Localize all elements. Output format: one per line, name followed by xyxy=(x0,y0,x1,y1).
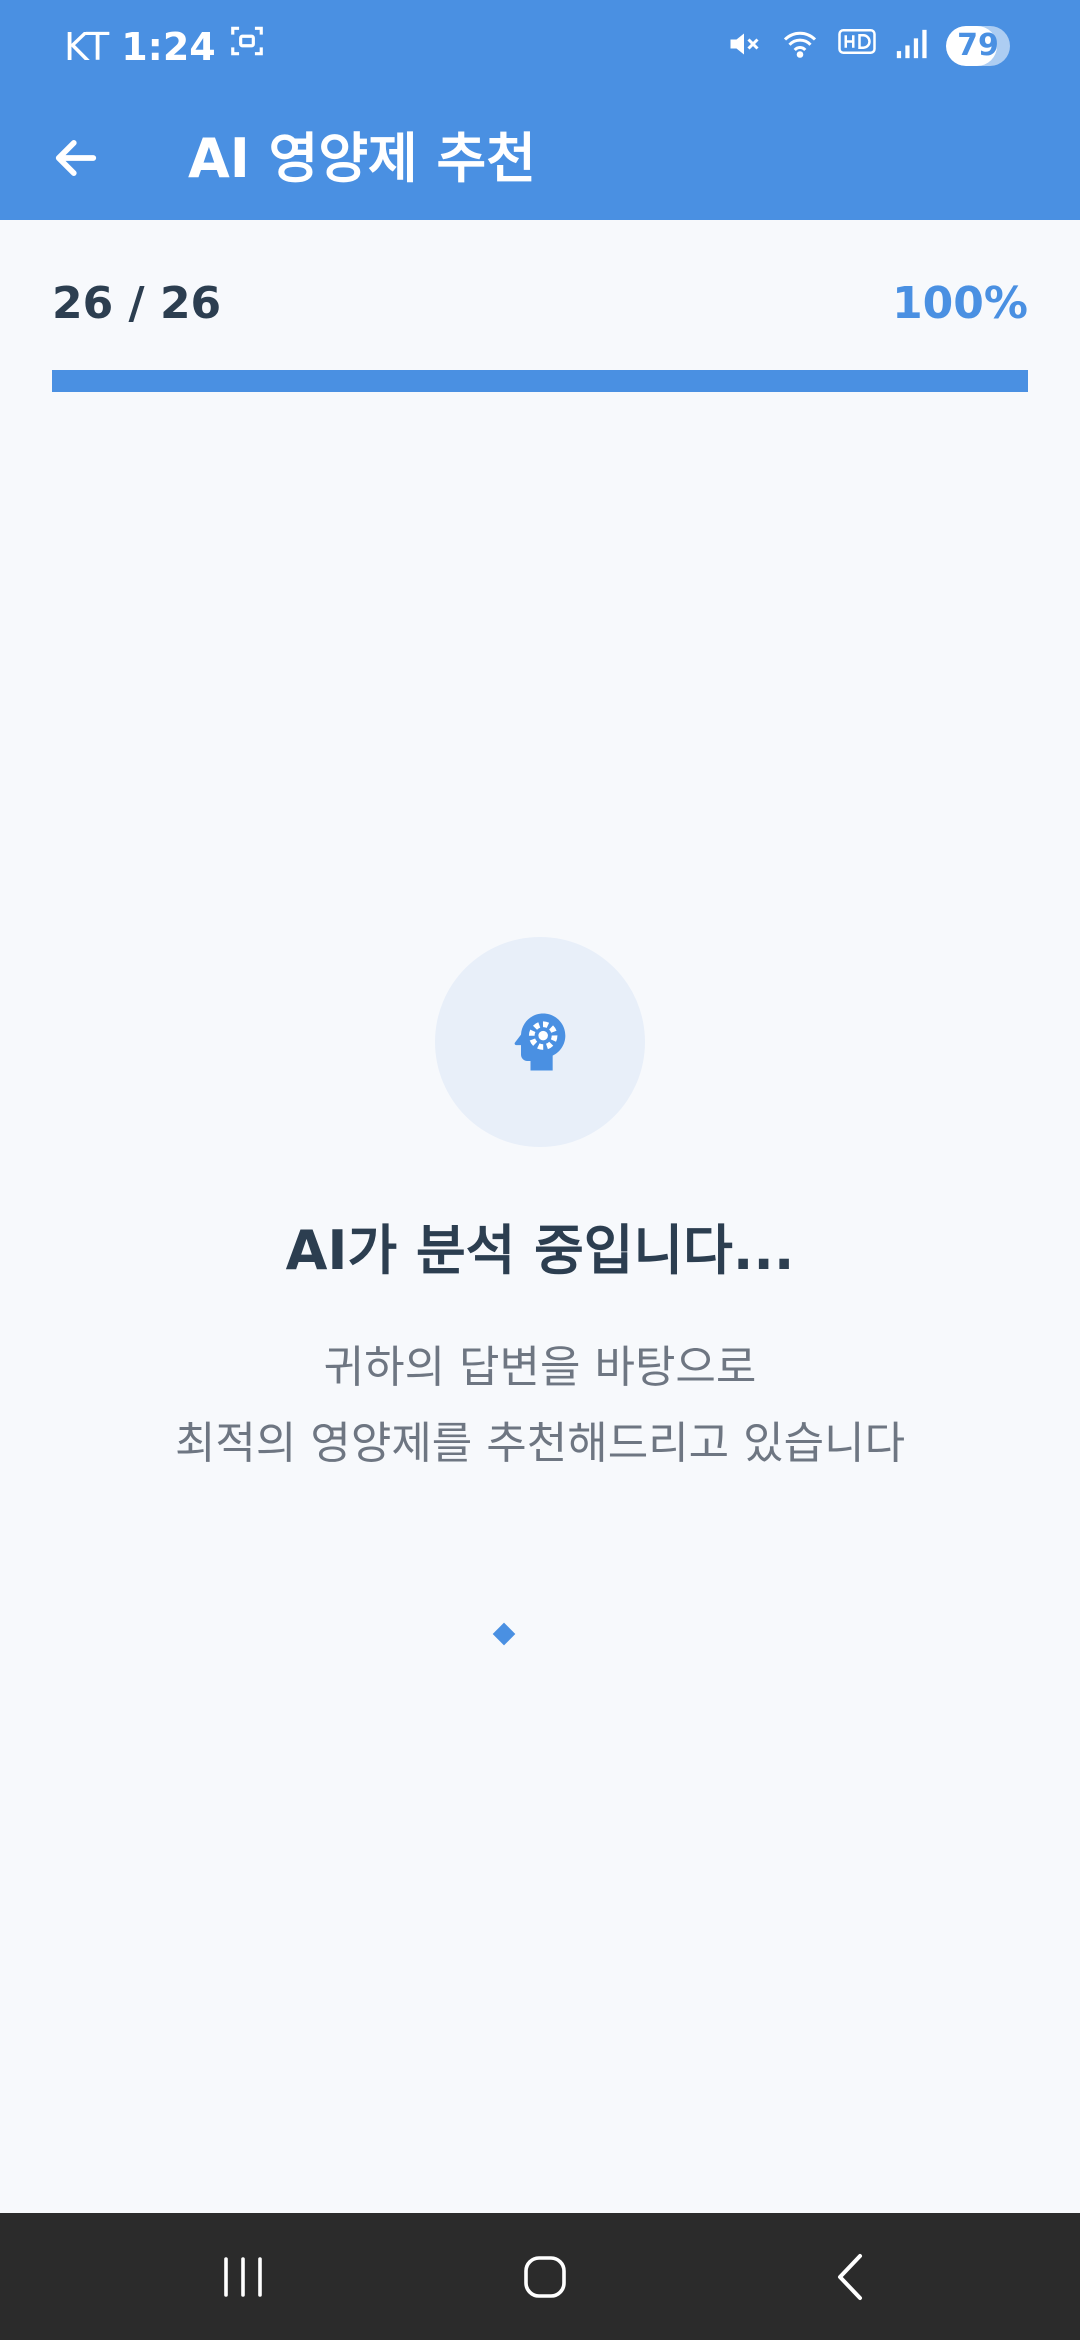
status-left: KT 1:24 xyxy=(64,22,266,72)
page-title: AI 영양제 추천 xyxy=(188,127,536,190)
back-icon xyxy=(838,2254,862,2300)
progress-count: 26 / 26 xyxy=(52,278,222,329)
status-right: 79 xyxy=(726,26,1010,66)
screenshot-icon xyxy=(228,22,266,72)
recent-apps-button[interactable] xyxy=(193,2235,293,2319)
system-nav-bar xyxy=(0,2213,1080,2340)
carrier-label: KT xyxy=(64,25,110,69)
status-bar: KT 1:24 79 xyxy=(0,0,1080,96)
analysis-title: AI가 분석 중입니다... xyxy=(285,1219,795,1282)
analysis-description-line-2: 최적의 영양제를 추천해드리고 있습니다 xyxy=(174,1418,906,1469)
loading-spinner xyxy=(492,1622,516,1646)
progress-bar xyxy=(52,370,1028,392)
analysis-description: 귀하의 답변을 바탕으로 최적의 영양제를 추천해드리고 있습니다 xyxy=(0,1330,1080,1482)
battery-icon: 79 xyxy=(946,26,1010,66)
progress-percent: 100% xyxy=(892,278,1028,329)
analysis-description-line-1: 귀하의 답변을 바탕으로 xyxy=(323,1342,757,1393)
hd-icon xyxy=(838,29,876,63)
battery-level: 79 xyxy=(957,28,999,63)
nav-back-button[interactable] xyxy=(800,2235,900,2319)
clock: 1:24 xyxy=(121,25,216,69)
wifi-icon xyxy=(780,26,820,66)
analysis-icon-container xyxy=(435,937,645,1147)
header: KT 1:24 79 AI 영양제 추천 xyxy=(0,0,1080,220)
progress-fill xyxy=(52,370,1028,392)
signal-icon xyxy=(894,27,928,65)
recent-apps-icon xyxy=(224,2257,262,2297)
app-bar: AI 영양제 추천 xyxy=(0,96,1080,220)
head-gear-icon xyxy=(514,1013,566,1071)
arrow-left-icon xyxy=(55,140,97,176)
home-button[interactable] xyxy=(495,2235,595,2319)
back-button[interactable] xyxy=(36,118,116,198)
home-icon xyxy=(524,2256,566,2298)
mute-icon xyxy=(726,26,762,66)
